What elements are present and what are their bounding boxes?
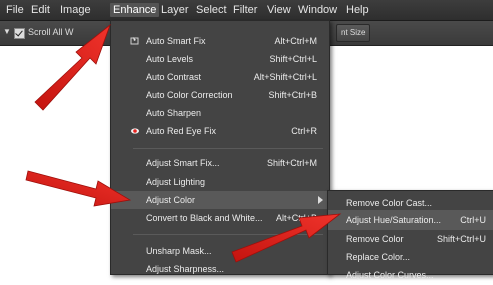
menu-divider: [133, 234, 323, 235]
menu-item-auto-sharpen[interactable]: Auto Sharpen: [111, 104, 329, 122]
menu-item-shortcut: Ctrl+U: [460, 215, 486, 225]
submenu-item-adjust-hue-saturation[interactable]: Adjust Hue/Saturation... Ctrl+U: [328, 210, 493, 230]
adjust-color-submenu: Remove Color Cast... Adjust Hue/Saturati…: [327, 190, 493, 280]
menu-window[interactable]: Window: [295, 3, 340, 17]
red-eye-icon: [131, 128, 139, 134]
submenu-item-remove-color[interactable]: Remove Color Shift+Ctrl+U: [328, 229, 493, 249]
menu-item-shortcut: Shift+Ctrl+L: [269, 54, 317, 64]
menu-item-auto-red-eye-fix[interactable]: Auto Red Eye Fix Ctrl+R: [111, 122, 329, 140]
menu-item-auto-color-correction[interactable]: Auto Color Correction Shift+Ctrl+B: [111, 86, 329, 104]
menu-item-shortcut: Ctrl+R: [291, 126, 317, 136]
submenu-item-replace-color[interactable]: Replace Color...: [328, 247, 493, 267]
enhance-menu: Auto Smart Fix Alt+Ctrl+M Auto Levels Sh…: [110, 20, 330, 275]
menu-item-label: Remove Color: [346, 234, 404, 244]
auto-smart-fix-icon: [130, 37, 139, 45]
menu-file[interactable]: File: [3, 3, 27, 17]
menu-item-label: Adjust Hue/Saturation...: [346, 215, 442, 225]
menu-item-adjust-color[interactable]: Adjust Color: [111, 191, 329, 209]
menu-item-label: Adjust Sharpness...: [146, 264, 225, 274]
menu-view[interactable]: View: [264, 3, 294, 17]
menu-item-label: Adjust Smart Fix...: [146, 158, 220, 168]
menu-item-label: Unsharp Mask...: [146, 246, 212, 256]
menu-bar: File Edit Image Enhance Layer Select Fil…: [0, 0, 493, 21]
menu-item-label: Adjust Lighting: [146, 177, 206, 187]
menu-item-convert-black-white[interactable]: Convert to Black and White... Alt+Ctrl+B: [111, 209, 329, 227]
menu-item-label: Adjust Color Curves...: [346, 270, 434, 280]
menu-item-label: Auto Contrast: [146, 72, 202, 82]
menu-divider: [133, 148, 323, 149]
submenu-arrow-icon: [318, 196, 323, 204]
menu-item-adjust-sharpness[interactable]: Adjust Sharpness...: [111, 260, 329, 278]
menu-item-unsharp-mask[interactable]: Unsharp Mask...: [111, 242, 329, 260]
menu-filter[interactable]: Filter: [230, 3, 260, 17]
menu-item-label: Auto Smart Fix: [146, 36, 206, 46]
print-size-button[interactable]: nt Size: [336, 24, 371, 42]
menu-item-auto-smart-fix[interactable]: Auto Smart Fix Alt+Ctrl+M: [111, 32, 329, 50]
menu-item-label: Auto Color Correction: [146, 90, 233, 100]
chevron-down-icon[interactable]: ▼: [3, 27, 11, 36]
menu-item-shortcut: Alt+Ctrl+B: [275, 213, 317, 223]
menu-item-shortcut: Shift+Ctrl+M: [266, 158, 317, 168]
menu-item-adjust-lighting[interactable]: Adjust Lighting: [111, 173, 329, 191]
menu-item-adjust-smart-fix[interactable]: Adjust Smart Fix... Shift+Ctrl+M: [111, 154, 329, 172]
submenu-item-adjust-color-curves[interactable]: Adjust Color Curves...: [328, 265, 493, 285]
menu-item-shortcut: Shift+Ctrl+B: [268, 90, 317, 100]
menu-item-shortcut: Shift+Ctrl+U: [436, 234, 486, 244]
menu-select[interactable]: Select: [193, 3, 230, 17]
menu-image[interactable]: Image: [57, 3, 94, 17]
scroll-all-windows-label: Scroll All W: [28, 27, 74, 37]
menu-item-shortcut: Alt+Shift+Ctrl+L: [253, 72, 317, 82]
menu-item-label: Auto Sharpen: [146, 108, 202, 118]
menu-item-label: Convert to Black and White...: [146, 213, 263, 223]
menu-item-label: Auto Levels: [146, 54, 194, 64]
menu-layer[interactable]: Layer: [158, 3, 192, 17]
menu-item-auto-levels[interactable]: Auto Levels Shift+Ctrl+L: [111, 50, 329, 68]
menu-help[interactable]: Help: [343, 3, 372, 17]
menu-item-label: Adjust Color: [146, 195, 196, 205]
menu-item-auto-contrast[interactable]: Auto Contrast Alt+Shift+Ctrl+L: [111, 68, 329, 86]
menu-item-label: Replace Color...: [346, 252, 411, 262]
menu-edit[interactable]: Edit: [28, 3, 53, 17]
scroll-all-windows-checkbox[interactable]: [14, 28, 25, 39]
menu-enhance[interactable]: Enhance: [110, 3, 160, 17]
menu-item-label: Auto Red Eye Fix: [146, 126, 217, 136]
menu-item-shortcut: Alt+Ctrl+M: [274, 36, 317, 46]
